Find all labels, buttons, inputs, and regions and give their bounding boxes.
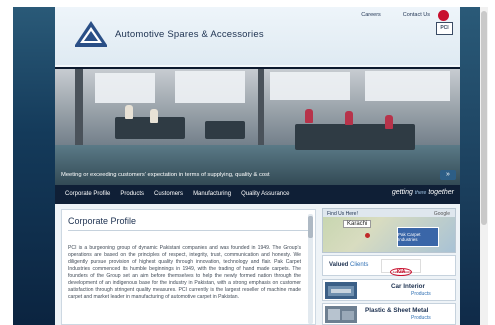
kia-logo[interactable]: KIA KIA MOTORS: [381, 259, 421, 276]
product-card-car-interior[interactable]: Car Interior Products: [322, 279, 456, 301]
product-name: Car Interior: [391, 283, 425, 290]
corporate-profile-panel: Corporate Profile PCI is a burgeoning gr…: [61, 209, 316, 325]
website-container: Automotive Spares & Accessories Careers …: [55, 7, 460, 325]
tagline-right: together: [428, 189, 454, 196]
factory-machine: [205, 121, 245, 139]
pci-logo: PCI: [436, 22, 453, 35]
site-title: Automotive Spares & Accessories: [115, 29, 264, 40]
next-slide-button[interactable]: »: [440, 170, 456, 180]
nav-manufacturing[interactable]: Manufacturing: [193, 185, 231, 204]
nav-corporate-profile[interactable]: Corporate Profile: [65, 185, 110, 204]
nav-customers[interactable]: Customers: [154, 185, 183, 204]
heading-divider: [68, 230, 310, 231]
page-background-left: [13, 7, 55, 325]
factory-window: [365, 71, 450, 101]
tagline-left: getting: [391, 189, 413, 196]
sidebar: Find Us Here! Google Karachi Pak Carpet …: [322, 208, 456, 325]
factory-window: [95, 73, 155, 103]
valued-clients-box: Valued Clients KIA KIA MOTORS: [322, 255, 456, 276]
nav-products[interactable]: Products: [120, 185, 144, 204]
map-city-label: Karachi: [343, 220, 372, 228]
factory-window: [270, 72, 350, 100]
factory-floor: [55, 145, 460, 185]
plastic-sheet-metal-thumbnail: [325, 306, 357, 323]
kia-subtitle: KIA MOTORS: [392, 270, 412, 274]
content-area: Corporate Profile PCI is a burgeoning gr…: [55, 204, 460, 325]
careers-link[interactable]: Careers: [361, 12, 381, 18]
map-pin-icon[interactable]: [365, 233, 370, 238]
top-links: Careers Contact Us: [361, 12, 430, 18]
product-link[interactable]: Products: [411, 315, 431, 321]
clients-label-main: Valued: [329, 262, 349, 268]
contact-us-link[interactable]: Contact Us: [403, 12, 430, 18]
browser-viewport: Automotive Spares & Accessories Careers …: [13, 7, 480, 325]
tagline: getting there together: [392, 189, 454, 196]
panel-scroll-thumb[interactable]: [308, 216, 313, 238]
worker-figure: [125, 105, 133, 119]
product-link[interactable]: Products: [411, 291, 431, 297]
clients-label: Valued Clients: [329, 262, 368, 268]
factory-window: [175, 71, 245, 103]
worker-figure: [345, 111, 353, 125]
main-nav: Corporate Profile Products Customers Man…: [55, 185, 460, 204]
map-info-card[interactable]: Pak Carpet Industries: [397, 227, 439, 247]
worker-figure: [385, 115, 393, 129]
find-us-label: Find Us Here!: [327, 211, 358, 217]
page-background-right: [460, 7, 480, 325]
worker-figure: [305, 109, 313, 123]
company-logo[interactable]: [74, 20, 108, 48]
map-widget[interactable]: Find Us Here! Google Karachi Pak Carpet …: [322, 208, 456, 253]
site-header: Automotive Spares & Accessories Careers …: [55, 7, 460, 65]
page-title: Corporate Profile: [68, 216, 137, 226]
factory-machine: [295, 124, 415, 150]
nav-quality-assurance[interactable]: Quality Assurance: [241, 185, 289, 204]
map-card-text: Pak Carpet Industries: [398, 232, 421, 242]
tagline-mid: there: [414, 190, 427, 196]
clients-label-accent: Clients: [350, 262, 369, 268]
product-card-plastic-sheet-metal[interactable]: Plastic & Sheet Metal Products: [322, 303, 456, 325]
profile-text: PCI is a burgeoning group of dynamic Pak…: [68, 245, 301, 300]
panel-scrollbar[interactable]: [308, 214, 313, 324]
window-scrollbar[interactable]: [480, 7, 488, 325]
flag-icon[interactable]: [438, 10, 449, 21]
hero-banner: Meeting or exceeding customers' expectat…: [55, 67, 460, 185]
product-name: Plastic & Sheet Metal: [365, 307, 429, 314]
factory-column: [258, 69, 264, 149]
car-interior-thumbnail: [325, 282, 357, 299]
google-label: Google: [433, 211, 450, 217]
hero-caption: Meeting or exceeding customers' expectat…: [61, 172, 270, 178]
window-scroll-thumb[interactable]: [481, 11, 487, 225]
worker-figure: [150, 109, 158, 123]
nav-items: Corporate Profile Products Customers Man…: [65, 185, 289, 204]
